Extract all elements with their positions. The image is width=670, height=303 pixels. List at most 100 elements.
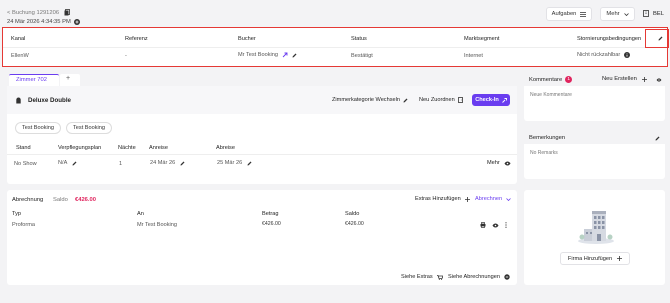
add-room-symbol: + [66,75,71,82]
comments-title-group: Kommentare 1 [529,76,573,83]
hotel-code: BEL [653,10,664,17]
view-settlements-button[interactable]: Siehe Abrechnungen [448,274,510,280]
change-category-label: Zimmerkategorie Wechseln [332,97,400,103]
col-kanal: Kanal [11,36,26,42]
booking-summary: Kanal Referenz Bucher Status Marktsegmen… [2,27,669,67]
reassign-label: Neu Zuordnen [419,97,455,103]
arrival-cell: 24 Mär 26 [150,160,185,166]
add-company-button[interactable]: Firma Hinzufügen [560,252,630,265]
billing-title: Abrechnung [12,197,44,203]
pencil-icon[interactable] [180,161,185,166]
hotel-selector[interactable]: BEL [643,10,664,17]
checkin-button[interactable]: Check-In [472,94,510,106]
more-label: Mehr [606,11,620,17]
billing-panel: Abrechnung Saldo €426.00 Extras Hinzufüg… [7,190,517,285]
guest-chip[interactable]: Test Booking [66,122,113,134]
back-link[interactable]: < Buchung 1291206 [7,9,70,16]
balance-label: Saldo [53,197,68,203]
copy-icon[interactable] [64,9,70,16]
pencil-icon[interactable] [72,161,77,166]
bed-icon [15,97,22,104]
print-icon[interactable] [480,222,486,228]
col-status: Status [351,36,367,42]
comments-count-badge: 1 [565,76,573,83]
col-stand: Stand [16,145,31,151]
add-room-tab[interactable]: + [60,74,80,86]
value-stand: No Show [14,161,37,167]
eye-icon[interactable] [656,78,662,82]
departure-cell: 25 Mär 26 [217,160,252,166]
col-bucher: Bucher [238,36,256,42]
remarks-title: Bemerkungen [529,135,566,141]
col-stornierung: Stornierungsbedingungen [577,36,642,42]
door-icon [457,97,463,103]
plus-icon [617,256,623,261]
chevron-down-icon [623,12,629,16]
remarks-text: No Remarks [530,150,558,156]
value-referenz: - [125,53,127,59]
plus-icon [464,196,470,202]
booking-number[interactable]: < Buchung 1291206 [7,10,59,16]
comments-title: Kommentare [529,76,563,83]
value-anreise: 24 Mär 26 [150,160,176,166]
tasks-button[interactable]: Aufgaben [546,7,592,21]
info-icon[interactable] [624,52,631,58]
list-icon [580,11,587,17]
key-icon [501,97,507,103]
value-betrag: €426.00 [262,221,281,227]
edit-pencil-icon[interactable] [658,36,663,41]
value-marktsegment: Internet [464,53,483,59]
comments-panel: Kommentare 1 Neu Erstellen Neue Kommenta… [524,72,665,121]
booking-summary-header [3,28,667,48]
plus-icon [641,76,647,82]
settle-label: Abrechnen [475,196,503,202]
comment-input[interactable]: Neue Kommentare [530,92,572,98]
room-panel: Zimmer 702 + Deluxe Double Zimmerkategor… [7,72,517,184]
edit-remarks-icon[interactable] [655,136,660,141]
change-category-button[interactable]: Zimmerkategorie Wechseln [332,97,408,103]
value-typ: Proforma [12,222,36,228]
timestamp-text: 24 Mär 2026 4:34:35 PM [7,19,71,25]
reassign-button[interactable]: Neu Zuordnen [419,97,463,103]
new-comment-button[interactable]: Neu Erstellen [602,76,647,82]
room-more-button[interactable]: Mehr [487,160,511,166]
add-circle-icon[interactable] [73,19,80,25]
col-betrag: Betrag [262,211,279,217]
link-icon[interactable] [282,52,288,58]
value-stornierung: Nicht rückzahlbar [577,52,621,58]
value-naechte: 1 [119,161,123,167]
col-verpflegungsplan: Verpflegungsplan [58,145,102,151]
guest-chip[interactable]: Test Booking [15,122,62,134]
settle-dropdown[interactable]: Abrechnen [475,196,511,202]
divider [7,154,517,155]
cart-icon [436,274,443,280]
value-saldo: €426.00 [345,221,364,227]
room-more-label: Mehr [487,160,500,166]
tab-zimmer-702[interactable]: Zimmer 702 [9,74,59,86]
eye-icon[interactable] [492,223,499,228]
view-settlements-label: Siehe Abrechnungen [448,274,500,280]
checkin-label: Check-In [475,97,499,103]
value-bucher[interactable]: Mr Test Booking [238,52,278,58]
col-anreise: Anreise [149,145,168,151]
building-icon [643,10,649,17]
eye-icon [504,161,511,166]
meal-plan-cell: N/A [58,160,77,166]
col-marktsegment: Marktsegment [464,36,500,42]
more-menu-button[interactable]: Mehr [600,7,635,21]
add-company-label: Firma Hinzufügen [567,255,613,262]
booker-cell: Mr Test Booking [238,52,297,58]
edit-highlight [645,29,669,48]
pencil-icon[interactable] [247,161,252,166]
value-verpflegungsplan: N/A [58,160,68,166]
col-typ: Typ [12,211,22,217]
balance-value: €426.00 [75,197,96,203]
tasks-label: Aufgaben [551,11,577,17]
add-extras-button[interactable]: Extras Hinzufügen [415,196,470,202]
room-type-name: Deluxe Double [28,97,71,104]
new-comment-label: Neu Erstellen [602,76,637,82]
kebab-menu-icon[interactable] [505,222,507,228]
company-panel: Firma Hinzufügen [524,190,665,285]
edit-booker-icon[interactable] [292,53,297,58]
view-extras-button[interactable]: Siehe Extras [401,274,443,280]
